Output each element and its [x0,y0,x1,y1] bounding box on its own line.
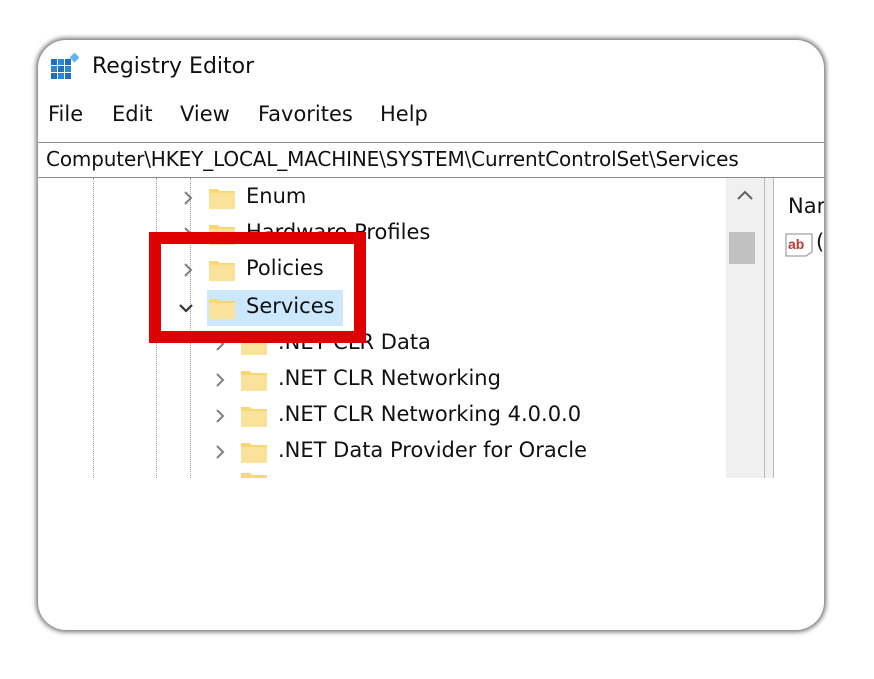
values-pane: Nar ab ( [774,178,824,478]
chevron-right-icon[interactable] [210,442,230,462]
menu-help[interactable]: Help [380,102,428,126]
address-bar[interactable]: Computer\HKEY_LOCAL_MACHINE\SYSTEM\Curre… [38,142,824,178]
name-column-header[interactable]: Nar [788,194,824,218]
folder-icon [241,443,267,463]
menu-edit[interactable]: Edit [112,102,153,126]
chevron-right-icon[interactable] [178,188,198,208]
tree-node-label: .NET Data Provider for Oracle [278,438,587,462]
folder-icon [209,189,235,209]
menu-view[interactable]: View [180,102,230,126]
chevron-right-icon[interactable] [210,406,230,426]
key-tree: Enum Hardware Profiles Policies Services… [38,178,764,478]
tree-node-net-clr-networking[interactable]: .NET CLR Networking [38,362,718,398]
menu-file[interactable]: File [48,102,83,126]
tree-node-enum[interactable]: Enum [38,180,718,216]
pane-splitter[interactable] [764,178,774,478]
tree-node-net-data-provider-oracle[interactable]: .NET Data Provider for Oracle [38,434,718,470]
tree-node-label: .NET CLR Networking [278,366,501,390]
address-path[interactable]: Computer\HKEY_LOCAL_MACHINE\SYSTEM\Curre… [46,147,739,171]
tree-node-net-clr-networking-4[interactable]: .NET CLR Networking 4.0.0.0 [38,398,718,434]
tree-node-net-clr-data[interactable]: .NET CLR Data [38,326,718,362]
folder-icon [241,473,267,478]
chevron-right-icon[interactable] [210,370,230,390]
tree-node-services[interactable]: Services [38,290,718,326]
folder-icon [241,407,267,427]
folder-icon [241,371,267,391]
value-name-partial: ( [816,230,824,254]
window-title: Registry Editor [92,54,255,79]
title-bar[interactable]: Registry Editor [38,40,824,96]
tree-node-label: Enum [246,184,307,208]
tree-node-label: .NET CLR Networking 4.0.0.0 [278,402,582,426]
tree-node-policies[interactable]: Policies [38,252,718,288]
menu-favorites[interactable]: Favorites [258,102,353,126]
tree-node-hardware-profiles[interactable]: Hardware Profiles [38,216,718,252]
scroll-up-arrow-icon[interactable] [736,188,754,202]
registry-editor-icon [51,53,80,79]
svg-text:ab: ab [788,236,804,252]
tree-vertical-scrollbar[interactable] [726,178,764,478]
red-highlight-box [149,232,366,343]
scroll-thumb[interactable] [729,232,755,264]
string-value-icon: ab [785,233,813,257]
